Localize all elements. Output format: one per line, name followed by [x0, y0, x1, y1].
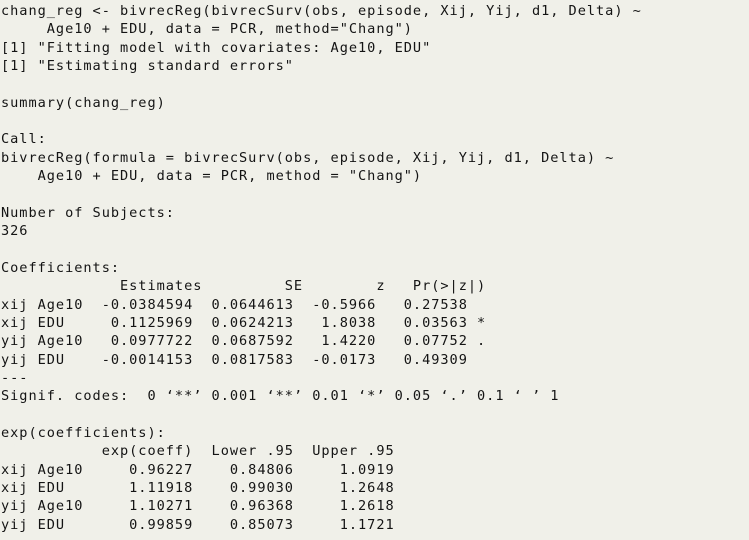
console-line: xij Age10 0.96227 0.84806 1.0919 [1, 461, 395, 478]
console-line: chang_reg <- bivrecReg(bivrecSurv(obs, e… [1, 3, 642, 19]
console-line: summary(chang_reg) [1, 94, 166, 111]
console-line: xij Age10 -0.0384594 0.0644613 -0.5966 0… [1, 296, 468, 313]
console-line: yij EDU -0.0014153 0.0817583 -0.0173 0.4… [1, 351, 468, 368]
console-line: Signif. codes: 0 ‘**’ 0.001 ‘**’ 0.01 ‘*… [1, 388, 560, 405]
console-line: yij Age10 0.0977722 0.0687592 1.4220 0.0… [1, 333, 487, 350]
console-line: Number of Subjects: [1, 204, 175, 221]
console-line: xij EDU 0.1125969 0.0624213 1.8038 0.035… [1, 314, 487, 331]
console-line: [1] "Estimating standard errors" [1, 58, 294, 75]
console-line: xij EDU 1.11918 0.99030 1.2648 [1, 479, 395, 496]
console-line: --- [1, 369, 29, 386]
console-line: 326 [1, 223, 29, 240]
console-line: yij Age10 1.10271 0.96368 1.2618 [1, 498, 395, 515]
console-line: exp(coefficients): [1, 424, 166, 441]
console-line: yij EDU 0.99859 0.85073 1.1721 [1, 516, 395, 533]
console-line: Coefficients: [1, 259, 121, 276]
console-line: Call: [1, 131, 47, 148]
console-line: [1] "Fitting model with covariates: Age1… [1, 39, 432, 56]
console-line: exp(coeff) Lower .95 Upper .95 [1, 443, 395, 460]
console-line: Estimates SE z Pr(>|z|) [1, 278, 487, 295]
console-line: Age10 + EDU, data = PCR, method = "Chang… [1, 168, 423, 185]
console-line: bivrecReg(formula = bivrecSurv(obs, epis… [1, 149, 615, 166]
console-line: Age10 + EDU, data = PCR, method="Chang") [1, 21, 413, 38]
r-console-output[interactable]: chang_reg <- bivrecReg(bivrecSurv(obs, e… [0, 0, 749, 540]
